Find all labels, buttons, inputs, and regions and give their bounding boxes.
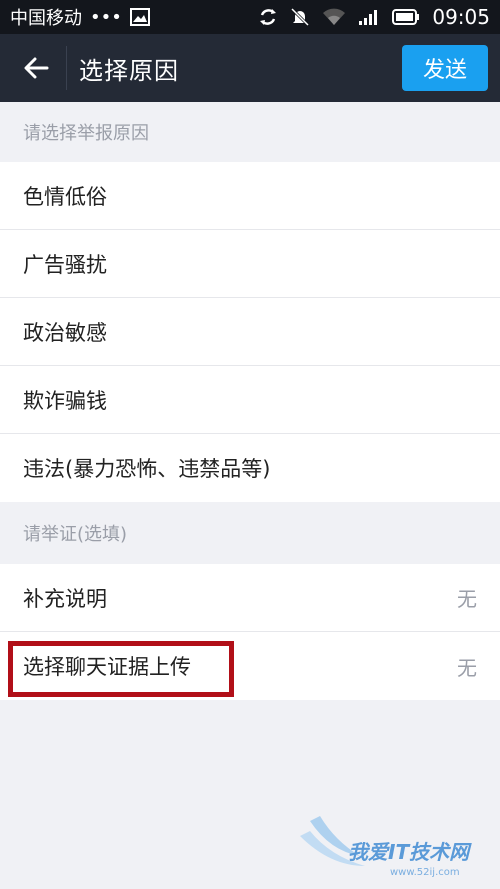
header-divider xyxy=(66,46,67,90)
item-value: 无 xyxy=(457,655,477,680)
reason-label: 色情低俗 xyxy=(23,184,107,209)
notification-dots: ••• xyxy=(90,6,122,28)
report-reasons-list: 色情低俗 广告骚扰 政治敏感 欺诈骗钱 违法(暴力恐怖、违禁品等) xyxy=(0,162,500,502)
status-bar: 中国移动 ••• 09:05 xyxy=(0,0,500,34)
signal-icon xyxy=(358,8,380,26)
reason-item-ads[interactable]: 广告骚扰 xyxy=(0,230,500,298)
back-arrow-icon xyxy=(24,57,49,79)
top-bar: 选择原因 发送 xyxy=(0,34,500,102)
report-reasons-header: 请选择举报原因 xyxy=(23,123,149,144)
evidence-header: 请举证(选填) xyxy=(23,524,128,545)
reason-item-fraud[interactable]: 欺诈骗钱 xyxy=(0,366,500,434)
highlight-box xyxy=(8,641,234,697)
reason-item-porn[interactable]: 色情低俗 xyxy=(0,162,500,230)
image-notification-icon xyxy=(129,8,150,26)
evidence-list: 补充说明 无 选择聊天证据上传 无 xyxy=(0,564,500,700)
page-title: 选择原因 xyxy=(79,56,179,85)
clock: 09:05 xyxy=(432,5,490,29)
item-label: 补充说明 xyxy=(23,586,107,611)
watermark-logo: 我爱IT技术网 www.52ij.com xyxy=(300,816,472,878)
send-button[interactable]: 发送 xyxy=(402,45,488,91)
mute-icon xyxy=(290,7,310,27)
wifi-icon xyxy=(322,8,346,26)
reason-label: 欺诈骗钱 xyxy=(23,388,107,413)
reason-item-political[interactable]: 政治敏感 xyxy=(0,298,500,366)
watermark-url: www.52ij.com xyxy=(390,867,460,878)
reason-label: 广告骚扰 xyxy=(23,252,107,277)
reason-label: 违法(暴力恐怖、违禁品等) xyxy=(23,457,271,481)
reason-item-illegal[interactable]: 违法(暴力恐怖、违禁品等) xyxy=(0,434,500,502)
carrier-name: 中国移动 xyxy=(10,8,82,29)
battery-icon xyxy=(392,9,420,25)
item-value: 无 xyxy=(457,587,477,611)
watermark-text: 我爱IT技术网 xyxy=(348,840,472,864)
upload-chat-evidence-item[interactable]: 选择聊天证据上传 无 xyxy=(0,632,500,700)
supplement-description-item[interactable]: 补充说明 无 xyxy=(0,564,500,632)
reason-label: 政治敏感 xyxy=(23,320,107,345)
sync-icon xyxy=(258,7,278,27)
back-button[interactable] xyxy=(12,44,60,92)
